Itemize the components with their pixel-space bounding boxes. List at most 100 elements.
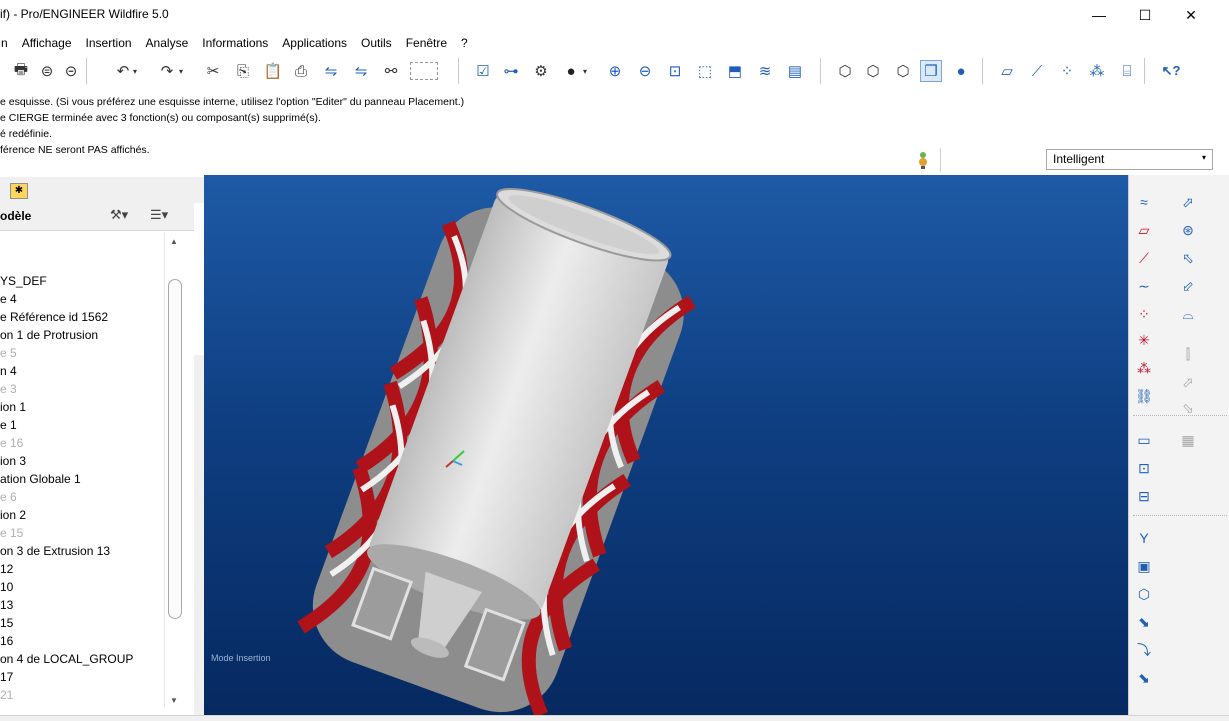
menu-affichage[interactable]: Affichage (15, 36, 79, 50)
zoom-out-icon[interactable]: ⊖ (634, 60, 656, 82)
shell-tool-icon[interactable]: ▣ (1133, 555, 1155, 577)
menu-fichier[interactable]: n (0, 36, 15, 50)
model-tree-item[interactable]: n 4 (0, 364, 17, 378)
display-axes-icon[interactable]: ⚙ (530, 60, 552, 82)
paste-icon[interactable]: 📋 (262, 60, 284, 82)
model-tree-item[interactable]: ion 2 (0, 508, 26, 522)
refit-icon[interactable]: ⊡ (664, 60, 686, 82)
minimize-button[interactable]: — (1076, 0, 1122, 30)
select-box-icon[interactable] (410, 62, 438, 80)
copy-icon[interactable]: ⎘ (232, 60, 254, 82)
close-button[interactable]: ✕ (1168, 0, 1214, 30)
csys-icon[interactable]: ✳ (1133, 329, 1155, 351)
view-manager-icon[interactable]: ▤ (784, 60, 806, 82)
draft-icon[interactable]: ⬡ (1133, 583, 1155, 605)
model-tree-item[interactable]: ation Globale 1 (0, 472, 81, 486)
model-tree-item[interactable]: 17 (0, 670, 13, 684)
model-tree-item[interactable]: e 3 (0, 382, 17, 396)
shading-icon[interactable]: ● (560, 60, 582, 82)
model-tree-item[interactable]: e Référence id 1562 (0, 310, 108, 324)
tree-settings-icon[interactable]: ⚒▾ (110, 207, 128, 223)
edit-definition-icon[interactable]: ☑ (472, 60, 494, 82)
tree-scrollbar[interactable]: ▲ ▼ (164, 233, 184, 707)
cut-icon[interactable]: ✂ (202, 60, 224, 82)
context-help-icon[interactable]: ↖? (1160, 60, 1182, 82)
redo-icon[interactable]: ↷ (156, 60, 178, 82)
point-icon[interactable]: ⁘ (1133, 303, 1155, 325)
mirror-icon[interactable]: ⫿ (1177, 343, 1199, 365)
find-icon[interactable]: ⚯ (380, 60, 402, 82)
menu-insertion[interactable]: Insertion (79, 36, 139, 50)
offset-icon[interactable]: ⬊ (1133, 667, 1155, 689)
hidden-line-icon[interactable]: ⬡ (862, 60, 884, 82)
graphics-window[interactable]: Mode Insertion (204, 175, 1128, 715)
menu-informations[interactable]: Informations (195, 36, 275, 50)
model-tree-item[interactable]: e 4 (0, 292, 17, 306)
link-icon[interactable]: ⛓ (1133, 385, 1155, 407)
model-tree-item[interactable]: on 1 de Protrusion (0, 328, 98, 342)
datum-planes-icon[interactable]: ▱ (996, 60, 1018, 82)
model-tree-item[interactable]: e 1 (0, 418, 17, 432)
sketch-datum-icon[interactable]: ≈ (1133, 191, 1155, 213)
pattern-icon[interactable]: ▦ (1177, 429, 1199, 451)
model-tree-item[interactable]: e 16 (0, 436, 23, 450)
model-tree-item[interactable]: 15 (0, 616, 13, 630)
menu-applications[interactable]: Applications (275, 36, 354, 50)
3d-model[interactable] (204, 175, 1128, 715)
annotations-icon[interactable]: ⌸ (1116, 60, 1138, 82)
model-tree-item[interactable]: 12 (0, 562, 13, 576)
reorient-icon[interactable]: ⬚ (694, 60, 716, 82)
paste-special-icon[interactable]: ⎙ (290, 60, 312, 82)
smart-filter-select[interactable]: Intelligent ▾ (1046, 149, 1213, 170)
chamfer-icon[interactable]: ⤵ (1133, 639, 1155, 661)
saved-views-icon[interactable]: ⬒ (724, 60, 746, 82)
revolve-icon[interactable]: ⊛ (1177, 219, 1199, 241)
model-tree-item[interactable]: 16 (0, 634, 13, 648)
model-tree-item[interactable]: 21 (0, 688, 13, 702)
plane-icon[interactable]: ▱ (1133, 219, 1155, 241)
note-icon[interactable]: ▭ (1133, 429, 1155, 451)
menu-help[interactable]: ? (454, 36, 475, 50)
model-tree-item[interactable]: on 3 de Extrusion 13 (0, 544, 110, 558)
wireframe-icon[interactable]: ⬡ (834, 60, 856, 82)
scroll-thumb[interactable] (168, 279, 182, 619)
model-tree-item[interactable]: 10 (0, 580, 13, 594)
model-tree-item[interactable]: YS_DEF (0, 274, 47, 288)
model-tree-item[interactable]: 13 (0, 598, 13, 612)
enhanced-realism-icon[interactable]: ● (950, 60, 972, 82)
model-tree-item[interactable]: e 5 (0, 346, 17, 360)
menu-fenetre[interactable]: Fenêtre (399, 36, 454, 50)
axis-icon[interactable]: ⟋ (1133, 247, 1155, 269)
chevron-down-icon[interactable]: ▾ (580, 60, 590, 82)
chevron-down-icon[interactable]: ▾ (176, 60, 186, 82)
datum-axes-icon[interactable]: ⟋ (1026, 60, 1048, 82)
regenerate-manager-icon[interactable]: ⇋ (350, 60, 372, 82)
menu-analyse[interactable]: Analyse (139, 36, 196, 50)
zoom-in-icon[interactable]: ⊕ (604, 60, 626, 82)
panel-resize-sash[interactable] (194, 355, 204, 715)
model-tree-item[interactable]: e 15 (0, 526, 23, 540)
merge-icon[interactable]: ⬀ (1177, 371, 1199, 393)
model-tree-item[interactable]: e 6 (0, 490, 17, 504)
sweep-icon[interactable]: ⬁ (1177, 247, 1199, 269)
datum-points-icon[interactable]: ⁘ (1056, 60, 1078, 82)
hole-icon[interactable]: ⬀ (1177, 191, 1199, 213)
chevron-down-icon[interactable]: ▾ (130, 60, 140, 82)
shell-icon[interactable]: ⌓ (1177, 303, 1199, 325)
no-hidden-icon[interactable]: ⬡ (892, 60, 914, 82)
scroll-down-icon[interactable]: ▼ (170, 696, 178, 705)
rib-icon[interactable]: Υ (1133, 527, 1155, 549)
tree-icon[interactable]: ⊟ (1133, 485, 1155, 507)
model-tree-item[interactable]: ion 3 (0, 454, 26, 468)
regenerate-icon[interactable]: ⇋ (320, 60, 342, 82)
print-icon[interactable]: 🖶 (10, 60, 32, 82)
round-icon[interactable]: ⬊ (1133, 611, 1155, 633)
model-tree-item[interactable]: on 4 de LOCAL_GROUP (0, 652, 133, 666)
sketch-icon[interactable]: ⊶ (500, 60, 522, 82)
email-icon[interactable]: ⊝ (60, 60, 82, 82)
menu-outils[interactable]: Outils (354, 36, 399, 50)
blend-icon[interactable]: ⬃ (1177, 275, 1199, 297)
layers-icon[interactable]: ≋ (754, 60, 776, 82)
scroll-up-icon[interactable]: ▲ (170, 237, 178, 246)
inspect-icon[interactable]: ⊡ (1133, 457, 1155, 479)
